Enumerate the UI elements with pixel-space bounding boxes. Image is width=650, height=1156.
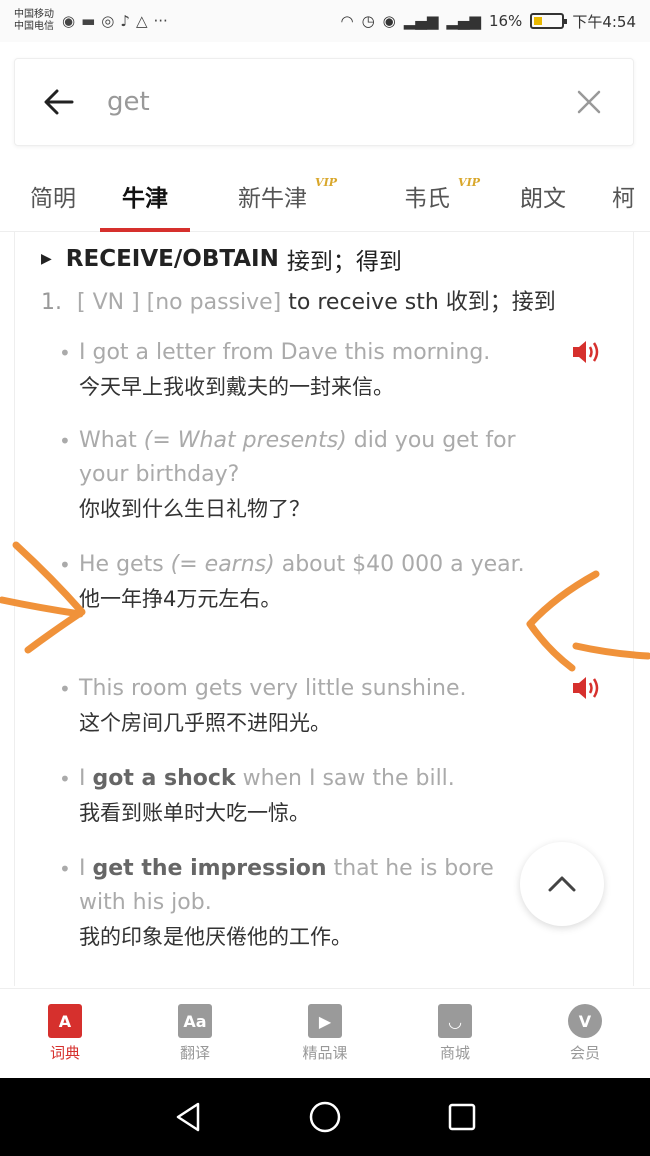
search-input[interactable] <box>107 87 571 117</box>
dictionary-icon: A <box>48 1004 82 1038</box>
back-arrow-icon[interactable] <box>41 84 77 120</box>
tab-webster[interactable]: 韦氏 VIP <box>404 160 480 232</box>
example-item: • I get the impression that he is bore w… <box>59 856 494 949</box>
circle-home-icon <box>309 1101 341 1133</box>
speaker-icon[interactable] <box>571 338 603 368</box>
system-navigation <box>0 1078 650 1156</box>
vip-badge: VIP <box>315 175 337 189</box>
triangle-icon: ▶ <box>41 251 52 267</box>
clock: 下午4:54 <box>572 12 636 31</box>
eye-icon: ◉ <box>382 12 396 30</box>
tab-longman[interactable]: 朗文 <box>520 160 566 232</box>
example-item: • I got a letter from Dave this morning.… <box>59 340 491 399</box>
speaker-icon[interactable] <box>571 674 603 704</box>
sense-heading: ▶ RECEIVE/OBTAIN 接到；得到 <box>41 246 402 275</box>
app-icon: △ <box>135 12 148 30</box>
headset-icon: ◠ <box>340 12 354 30</box>
weibo-icon: ◉ <box>62 12 76 30</box>
tab-new-oxford[interactable]: 新牛津 VIP <box>238 160 337 232</box>
signal-4g-icon: ▂▄▆ <box>446 12 481 30</box>
example-item: • He gets (= earns) about $40 000 a year… <box>59 552 525 611</box>
dictionary-tabs: 简明 牛津 新牛津 VIP 韦氏 VIP 朗文 柯 <box>0 160 650 232</box>
carrier-2: 中国电信 <box>14 21 54 32</box>
chevron-up-icon <box>548 876 576 892</box>
translate-icon: Aa <box>178 1004 212 1038</box>
tab-collins[interactable]: 柯 <box>612 160 635 232</box>
carrier-1: 中国移动 <box>14 9 54 20</box>
tab-oxford[interactable]: 牛津 <box>100 160 190 232</box>
bottom-navigation: A 词典 Aa 翻译 ▶ 精品课 ◡ 商城 V 会员 <box>0 988 650 1078</box>
shopping-bag-icon: ◡ <box>438 1004 472 1038</box>
video-icon: ▶ <box>308 1004 342 1038</box>
close-icon[interactable] <box>571 84 607 120</box>
status-bar: 中国移动 中国电信 ◉ ▬ ◎ ♪ △ ··· ◠ ◷ ◉ ▂▄▆ ▂▄▆ 16… <box>0 0 650 42</box>
battery-icon <box>530 13 568 29</box>
battery-percent: 16% <box>488 12 523 30</box>
example-item: • This room gets very little sunshine. 这… <box>59 676 467 735</box>
triangle-back-icon <box>177 1102 200 1132</box>
example-item: • I got a shock when I saw the bill. 我看到… <box>59 766 455 825</box>
more-icon: ··· <box>153 12 168 30</box>
status-right: ◠ ◷ ◉ ▂▄▆ ▂▄▆ 16% 下午4:54 <box>340 11 636 32</box>
alarm-icon: ◷ <box>361 12 375 30</box>
square-recents-icon <box>448 1103 475 1131</box>
diamond-icon: V <box>568 1004 602 1038</box>
definition: 1. [ VN ] [no passive] to receive sth 收到… <box>41 290 556 315</box>
system-recents-button[interactable] <box>437 1092 487 1142</box>
carrier-info: 中国移动 中国电信 <box>14 9 54 33</box>
notification-icons: ◉ ▬ ◎ ♪ △ ··· <box>62 12 168 30</box>
nav-translate[interactable]: Aa 翻译 <box>145 1004 245 1063</box>
nav-mall[interactable]: ◡ 商城 <box>405 1004 505 1063</box>
signal-icon: ▂▄▆ <box>403 12 439 30</box>
example-item: • What (= What presents) did you get for… <box>59 428 516 521</box>
vip-badge: VIP <box>458 175 480 189</box>
briefcase-icon: ▬ <box>81 12 96 30</box>
nav-dictionary[interactable]: A 词典 <box>15 1004 115 1063</box>
system-home-button[interactable] <box>300 1092 350 1142</box>
scroll-top-button[interactable] <box>520 842 604 926</box>
tiktok-icon: ♪ <box>120 12 130 30</box>
system-back-button[interactable] <box>163 1092 213 1142</box>
nav-courses[interactable]: ▶ 精品课 <box>275 1004 375 1063</box>
search-bar <box>14 58 634 146</box>
target-icon: ◎ <box>101 12 115 30</box>
tab-jianming[interactable]: 简明 <box>30 160 76 232</box>
nav-member[interactable]: V 会员 <box>535 1004 635 1063</box>
